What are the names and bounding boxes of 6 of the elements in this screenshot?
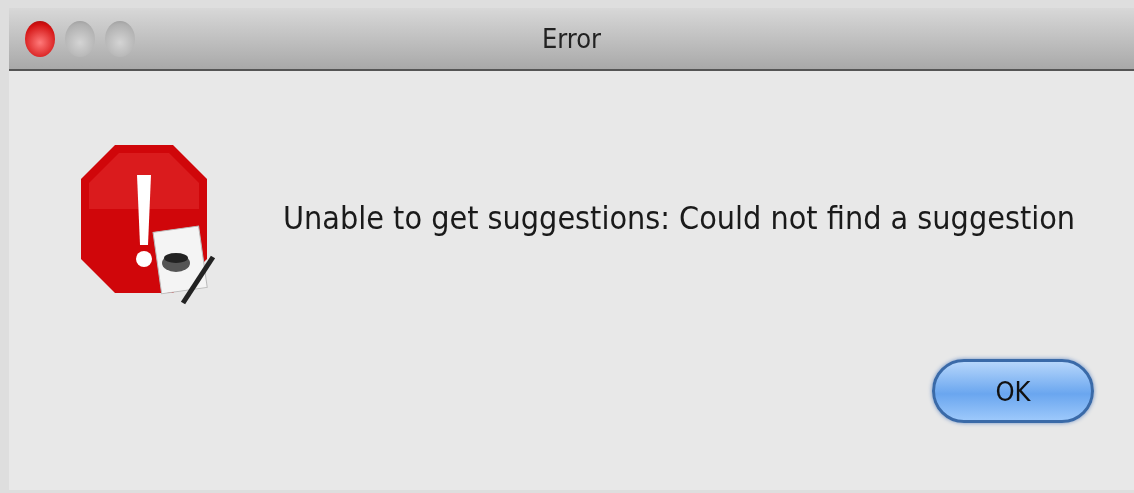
zoom-button[interactable] (105, 20, 135, 57)
window-title: Error (541, 23, 602, 54)
error-message: Unable to get suggestions: Could not find a suggestion (283, 199, 1075, 237)
close-button[interactable] (25, 20, 55, 57)
minimize-button[interactable] (65, 20, 95, 57)
ok-button[interactable]: OK (932, 359, 1094, 423)
